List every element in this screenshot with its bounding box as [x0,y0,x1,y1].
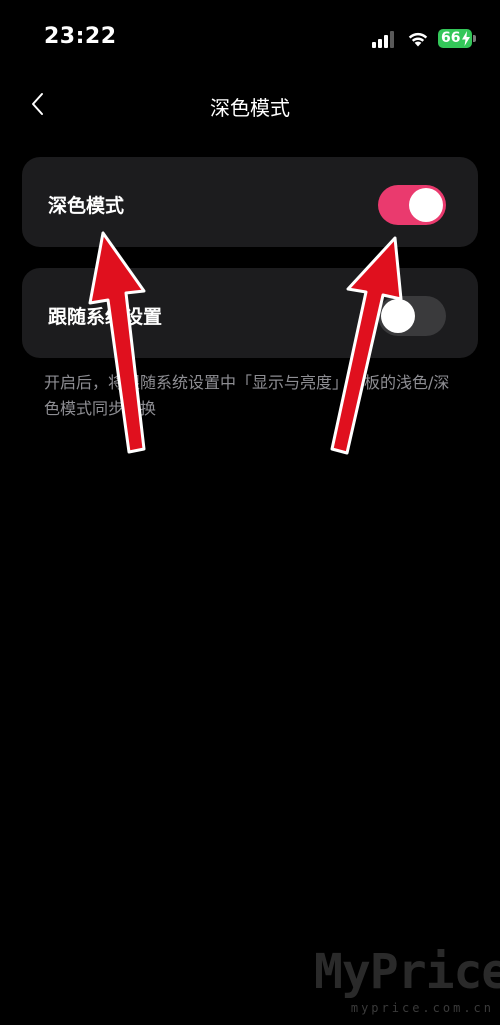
follow-system-label: 跟随系统设置 [48,306,163,328]
toggle-knob [381,299,415,333]
signal-icon [372,30,398,48]
watermark-domain: myprice.com.cn [350,1001,494,1015]
watermark-logo: MyPrice [314,944,500,1000]
charging-bolt-icon [462,31,470,46]
watermark: MyPrice myprice.com.cn [314,944,500,1016]
follow-system-toggle[interactable] [378,296,446,336]
page-title: 深色模式 [210,96,290,120]
status-bar: 23:22 66 [0,0,500,70]
dark-mode-toggle[interactable] [378,185,446,225]
battery-cap [473,35,476,42]
status-time: 23:22 [44,24,117,49]
battery-icon: 66 [438,29,472,48]
follow-system-setting-row: 跟随系统设置 [22,268,478,358]
dark-mode-label: 深色模式 [48,195,125,217]
toggle-knob [409,188,443,222]
annotation-arrows [88,231,403,455]
dark-mode-setting-row: 深色模式 [22,157,478,247]
follow-system-description: 开启后，将跟随系统设置中「显示与亮度」面板的浅色/深色模式同步切换 [44,373,450,418]
battery-level: 66 [441,30,461,46]
wifi-icon [408,32,428,47]
nav-bar: 深色模式 [0,78,500,132]
